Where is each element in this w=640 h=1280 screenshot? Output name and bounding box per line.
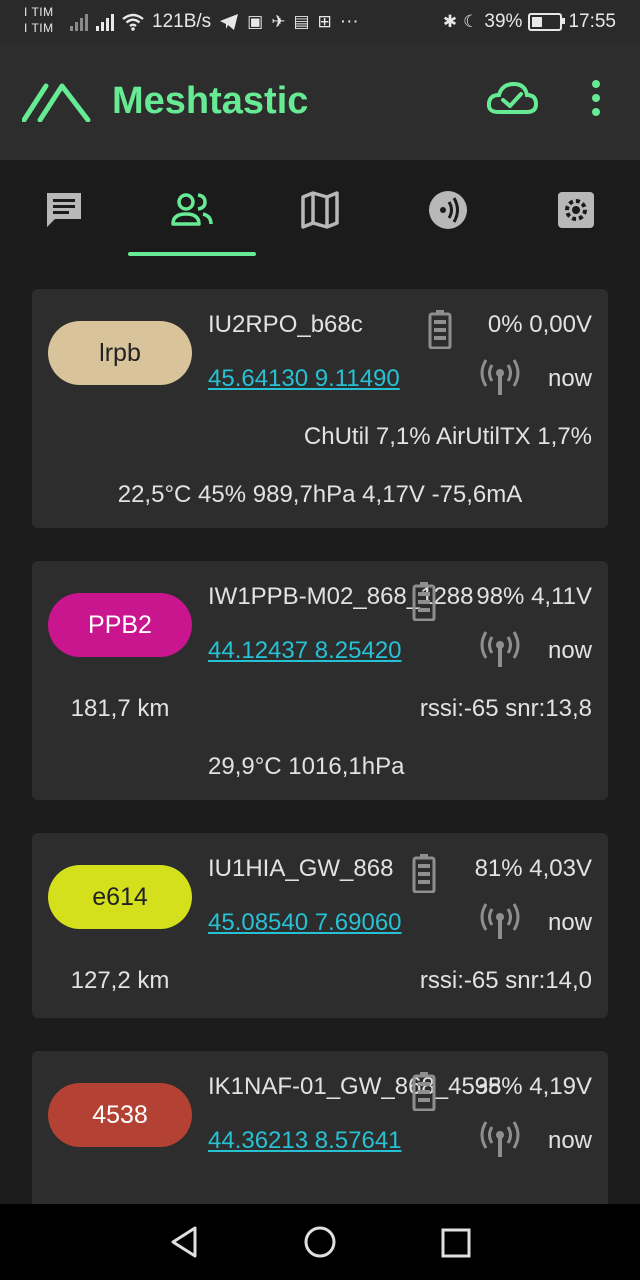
status-bar: I TIM I TIM 121B/s ▣ ✈ ▤ ⊞ ··· ✱ ☾ 39% 1… bbox=[0, 0, 640, 44]
node-battery: 81% 4,03V bbox=[474, 855, 592, 882]
node-battery: 98% 4,11V bbox=[476, 583, 592, 610]
bluetooth-icon: ✱ bbox=[442, 12, 458, 31]
node-name: IU2RPO_b68c bbox=[208, 311, 363, 338]
node-chip[interactable]: 4538 bbox=[48, 1083, 192, 1147]
battery-percent: 39% bbox=[484, 11, 523, 32]
node-card[interactable]: PPB2 IW1PPB-M02_868_1288 98% 4,11V 44.12… bbox=[32, 561, 608, 800]
node-channel-util: ChUtil 7,1% AirUtilTX 1,7% bbox=[303, 423, 592, 450]
signal-icon bbox=[70, 13, 88, 31]
node-card[interactable]: 4538 IK1NAF-01_GW_868_4538 95% 4,19V 44.… bbox=[32, 1051, 608, 1204]
clock: 17:55 bbox=[568, 11, 616, 32]
node-chip[interactable]: PPB2 bbox=[48, 593, 192, 657]
tab-messages[interactable] bbox=[0, 160, 128, 260]
node-battery: 95% 4,19V bbox=[474, 1073, 592, 1100]
antenna-icon bbox=[480, 903, 520, 939]
meshtastic-logo-icon bbox=[22, 83, 91, 122]
node-coordinates-link[interactable]: 44.12437 8.25420 bbox=[208, 637, 402, 665]
cloud-connected-icon[interactable] bbox=[486, 80, 538, 116]
people-icon bbox=[171, 193, 213, 226]
more-notifications-icon: ··· bbox=[339, 11, 359, 32]
node-last-heard: now bbox=[547, 365, 592, 392]
node-chip[interactable]: e614 bbox=[48, 865, 192, 929]
signal-icon bbox=[96, 13, 114, 31]
node-name: IU1HIA_GW_868 bbox=[208, 855, 394, 882]
battery-icon bbox=[412, 854, 436, 893]
wifi-icon bbox=[122, 13, 144, 31]
recents-icon[interactable] bbox=[438, 1220, 474, 1264]
node-card[interactable]: e614 IU1HIA_GW_868 81% 4,03V 45.08540 7.… bbox=[32, 833, 608, 1018]
node-list[interactable]: lrpb IU2RPO_b68c 0% 0,00V 45.64130 9.114… bbox=[0, 260, 640, 1204]
battery-icon bbox=[412, 582, 436, 621]
carrier-1: I TIM bbox=[24, 5, 54, 19]
status-right: ✱ ☾ 39% 17:55 bbox=[443, 0, 616, 44]
app-bar: Meshtastic bbox=[0, 44, 640, 160]
node-chip[interactable]: lrpb bbox=[48, 321, 192, 385]
map-icon bbox=[301, 191, 339, 229]
net-speed: 121B/s bbox=[152, 11, 212, 32]
antenna-icon bbox=[480, 359, 520, 395]
node-environment: 22,5°C 45% 989,7hPa 4,17V -75,6mA bbox=[117, 481, 523, 508]
chat-icon bbox=[47, 193, 81, 227]
back-icon[interactable] bbox=[168, 1220, 200, 1264]
node-coordinates-link[interactable]: 45.64130 9.11490 bbox=[208, 365, 400, 393]
node-last-heard: now bbox=[547, 1127, 592, 1154]
node-signal: rssi:-65 snr:13,8 bbox=[419, 695, 592, 722]
tab-settings[interactable] bbox=[512, 160, 640, 260]
tab-indicator bbox=[128, 252, 256, 256]
grid-app-icon: ⊞ bbox=[317, 12, 332, 31]
antenna-icon bbox=[480, 1121, 520, 1157]
tab-nodes[interactable] bbox=[128, 160, 256, 260]
antenna-icon bbox=[480, 631, 520, 667]
home-icon[interactable] bbox=[302, 1220, 338, 1264]
moon-icon: ☾ bbox=[463, 12, 479, 31]
node-distance: 181,7 km bbox=[70, 695, 170, 722]
battery-icon bbox=[528, 13, 566, 31]
battery-icon bbox=[412, 1072, 436, 1111]
node-card[interactable]: lrpb IU2RPO_b68c 0% 0,00V 45.64130 9.114… bbox=[32, 289, 608, 528]
radio-icon bbox=[429, 191, 467, 229]
app-notification-icon: ▣ bbox=[247, 12, 264, 31]
carrier-labels: I TIM I TIM bbox=[24, 4, 54, 36]
overflow-menu-icon[interactable] bbox=[584, 80, 608, 116]
node-environment: 29,9°C 1016,1hPa bbox=[208, 753, 405, 780]
battery-icon bbox=[428, 310, 452, 349]
settings-icon bbox=[558, 192, 594, 228]
node-last-heard: now bbox=[547, 909, 592, 936]
carrier-2: I TIM bbox=[24, 21, 54, 35]
telegram-icon bbox=[220, 14, 239, 30]
node-distance: 127,2 km bbox=[70, 967, 170, 994]
node-coordinates-link[interactable]: 44.36213 8.57641 bbox=[208, 1127, 402, 1155]
node-last-heard: now bbox=[547, 637, 592, 664]
tab-map[interactable] bbox=[256, 160, 384, 260]
status-left: 121B/s ▣ ✈ ▤ ⊞ ··· bbox=[70, 0, 359, 44]
node-coordinates-link[interactable]: 45.08540 7.69060 bbox=[208, 909, 402, 937]
tab-channels[interactable] bbox=[384, 160, 512, 260]
system-nav-bar bbox=[0, 1204, 640, 1280]
app-title: Meshtastic bbox=[112, 80, 309, 122]
plane-icon: ✈ bbox=[271, 12, 286, 31]
node-name: IK1NAF-01_GW_868_4538 bbox=[208, 1073, 502, 1100]
calendar-icon: ▤ bbox=[293, 12, 310, 31]
node-signal: rssi:-65 snr:14,0 bbox=[419, 967, 592, 994]
node-battery: 0% 0,00V bbox=[487, 311, 592, 338]
tab-bar bbox=[0, 160, 640, 260]
